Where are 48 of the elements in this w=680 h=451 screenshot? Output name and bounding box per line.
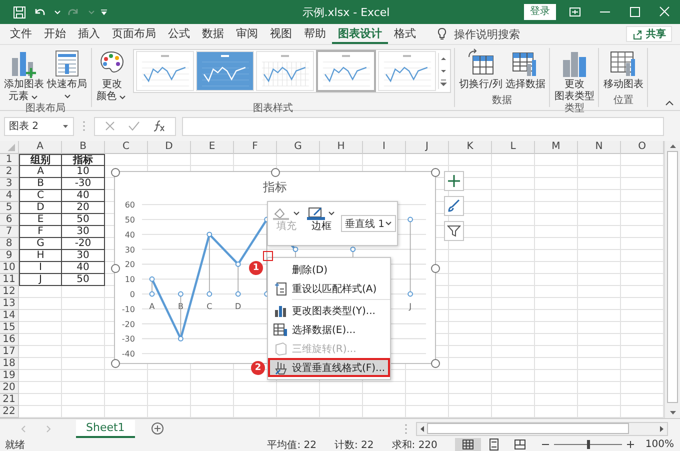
table-cell: -30	[62, 178, 105, 190]
group-label: 数据	[491, 95, 514, 107]
status-text: 就绪	[5, 438, 25, 451]
axis-label: -40	[122, 350, 135, 359]
group-label: 类型	[563, 103, 586, 115]
axis-label: J	[409, 302, 412, 311]
group-label: 图表样式	[252, 103, 294, 115]
table-cell: J	[19, 274, 62, 286]
table-cell: 30	[62, 226, 105, 238]
group-label: 图表布局	[24, 103, 66, 115]
table-cell: 50	[62, 214, 105, 226]
axis-label: C	[206, 302, 212, 311]
table-cell: 40	[62, 262, 105, 274]
axis-label: 20	[124, 260, 135, 270]
table-cell: H	[19, 250, 62, 262]
table-cell: 50	[62, 274, 105, 286]
axis-label: -10	[122, 304, 135, 314]
average-value: 平均值: 22	[267, 438, 316, 451]
axis-label: 40	[124, 230, 135, 240]
count-value: 计数: 22	[334, 438, 374, 451]
axis-label: 30	[124, 245, 135, 254]
table-cell: 40	[62, 190, 105, 202]
table-cell: I	[19, 262, 62, 274]
table-cell: -20	[62, 238, 105, 250]
table-cell: B	[19, 178, 62, 190]
table-cell: 组别	[19, 154, 62, 166]
table-cell: 30	[62, 250, 105, 262]
axis-label: 60	[124, 200, 135, 210]
table-cell: F	[19, 226, 62, 238]
group-label: 位置	[612, 95, 634, 107]
axis-label: 50	[124, 216, 135, 224]
table-cell: 指标	[62, 154, 105, 166]
table-cell: C	[19, 190, 62, 202]
axis-label: -30	[122, 334, 135, 344]
table-cell: G	[19, 238, 62, 250]
axis-label: 0	[130, 290, 135, 299]
axis-label: A	[149, 302, 155, 311]
chart-title: 指标	[263, 180, 287, 194]
table-cell: 10	[62, 166, 105, 178]
sum-value: 求和: 220	[392, 438, 438, 451]
axis-label: -20	[122, 320, 135, 329]
axis-label: 10	[124, 275, 135, 284]
window-title: 示例.xlsx - Excel	[302, 6, 390, 18]
axis-label: D	[235, 302, 242, 311]
table-cell: 20	[62, 202, 105, 214]
table-cell: E	[19, 214, 62, 226]
table-cell: A	[19, 166, 62, 178]
table-cell: D	[19, 202, 62, 214]
